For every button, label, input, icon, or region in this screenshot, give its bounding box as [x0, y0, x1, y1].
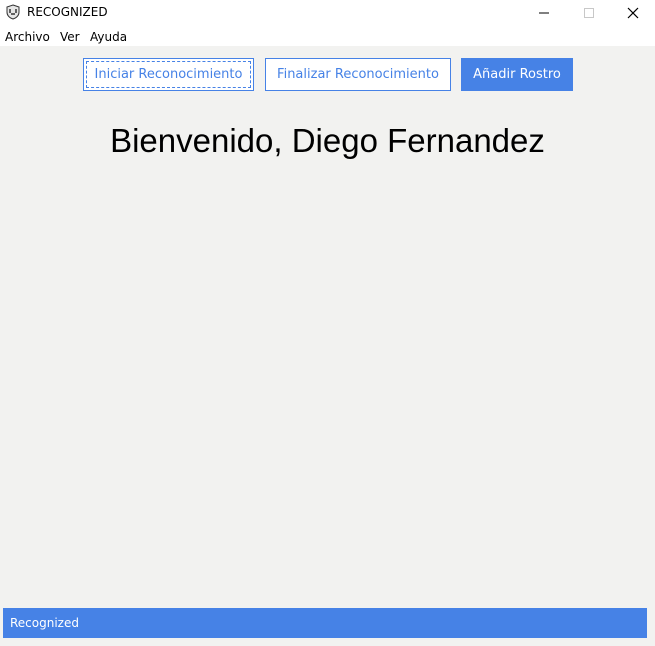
status-bar: Recognized: [3, 608, 647, 638]
menu-ver[interactable]: Ver: [60, 30, 80, 44]
title-bar: RECOGNIZED: [0, 0, 655, 26]
minimize-button[interactable]: [521, 0, 567, 26]
status-text: Recognized: [10, 616, 79, 630]
menu-archivo[interactable]: Archivo: [5, 30, 50, 44]
maximize-button[interactable]: [566, 0, 612, 26]
stop-recognition-button[interactable]: Finalizar Reconocimiento: [265, 58, 451, 91]
maximize-icon: [584, 8, 594, 18]
close-button[interactable]: [610, 0, 655, 26]
shield-logo-icon: [6, 4, 20, 20]
add-face-button[interactable]: Añadir Rostro: [461, 58, 573, 91]
menu-bar: Archivo Ver Ayuda: [0, 26, 655, 46]
menu-ayuda[interactable]: Ayuda: [90, 30, 127, 44]
minimize-icon: [539, 12, 549, 14]
window-title: RECOGNIZED: [27, 5, 108, 19]
start-recognition-button[interactable]: Iniciar Reconocimiento: [83, 58, 254, 91]
close-icon: [627, 7, 639, 19]
welcome-message: Bienvenido, Diego Fernandez: [110, 122, 545, 159]
